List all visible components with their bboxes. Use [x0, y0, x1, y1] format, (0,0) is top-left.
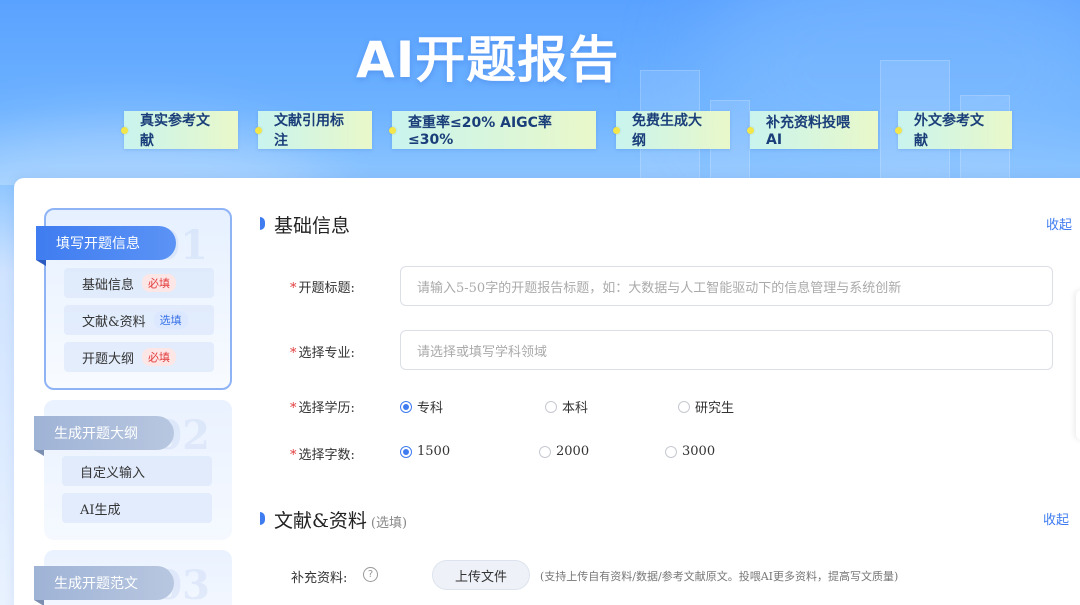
- degree-label: * 选择学历:: [290, 401, 355, 416]
- word-count-2000[interactable]: 2000: [539, 444, 589, 459]
- degree-option-graduate[interactable]: 研究生: [678, 397, 734, 416]
- feature-tag: 免费生成大纲: [613, 111, 730, 149]
- feature-tag: 查重率≤20% AIGC率≤30%: [389, 111, 596, 149]
- topic-input[interactable]: 请输入5-50字的开题报告标题，如：大数据与人工智能驱动下的信息管理与系统创新: [400, 266, 1053, 306]
- collapse-literature-button[interactable]: 收起: [1043, 509, 1069, 528]
- word-count-label: * 选择字数:: [290, 448, 355, 463]
- major-label: * 选择专业:: [290, 346, 355, 361]
- section-title-basic: 基础信息: [260, 211, 350, 238]
- optional-badge: 选填: [153, 311, 188, 329]
- feature-tag: 真实参考文献: [121, 111, 238, 149]
- side-float-panel: [1076, 290, 1080, 440]
- feature-tags: 真实参考文献 文献引用标注 查重率≤20% AIGC率≤30% 免费生成大纲 补…: [0, 111, 1080, 149]
- upload-file-button[interactable]: 上传文件: [432, 560, 530, 590]
- radio-selected-icon: [400, 445, 412, 458]
- step-item-basic-info[interactable]: 基础信息 必填: [64, 268, 214, 298]
- help-icon[interactable]: ?: [363, 567, 378, 582]
- topic-label: * 开题标题:: [290, 281, 355, 296]
- required-badge: 必填: [142, 274, 177, 292]
- feature-tag: 补充资料投喂AI: [747, 111, 878, 149]
- radio-selected-icon: [400, 400, 412, 413]
- upload-hint: (支持上传自有资料/数据/参考文献原文。投喂AI更多资料，提高写文质量): [540, 570, 899, 583]
- step-generate-sample[interactable]: 03 生成开题范文: [34, 550, 232, 605]
- page-title: AI开题报告: [356, 31, 620, 89]
- step-item-ai-generate[interactable]: AI生成: [62, 493, 212, 523]
- step-title: 填写开题信息: [36, 226, 176, 266]
- step-title: 生成开题范文: [34, 566, 174, 605]
- radio-icon: [539, 445, 551, 458]
- hero-banner: AI开题报告 真实参考文献 文献引用标注 查重率≤20% AIGC率≤30% 免…: [0, 0, 1080, 185]
- section-title-literature: 文献&资料 (选填): [260, 506, 407, 533]
- required-badge: 必填: [142, 348, 177, 366]
- step-item-literature[interactable]: 文献&资料 选填: [64, 305, 214, 335]
- supplement-label: 补充资料:: [291, 571, 348, 586]
- step-title: 生成开题大纲: [34, 416, 174, 456]
- radio-icon: [665, 445, 677, 458]
- collapse-basic-button[interactable]: 收起: [1046, 214, 1072, 233]
- step-item-custom-input[interactable]: 自定义输入: [62, 456, 212, 486]
- feature-tag: 文献引用标注: [255, 111, 372, 149]
- degree-option-associate[interactable]: 专科: [400, 397, 443, 416]
- degree-option-bachelor[interactable]: 本科: [545, 397, 588, 416]
- major-select[interactable]: 请选择或填写学科领域: [400, 330, 1053, 370]
- step-item-outline[interactable]: 开题大纲 必填: [64, 342, 214, 372]
- step-fill-info[interactable]: 01 填写开题信息 基础信息 必填 文献&资料 选填 开题大纲 必填: [36, 208, 232, 390]
- feature-tag: 外文参考文献: [895, 111, 1012, 149]
- word-count-1500[interactable]: 1500: [400, 444, 450, 459]
- word-count-3000[interactable]: 3000: [665, 444, 715, 459]
- step-generate-outline[interactable]: 02 生成开题大纲 自定义输入 AI生成: [34, 400, 232, 540]
- radio-icon: [545, 400, 557, 413]
- radio-icon: [678, 400, 690, 413]
